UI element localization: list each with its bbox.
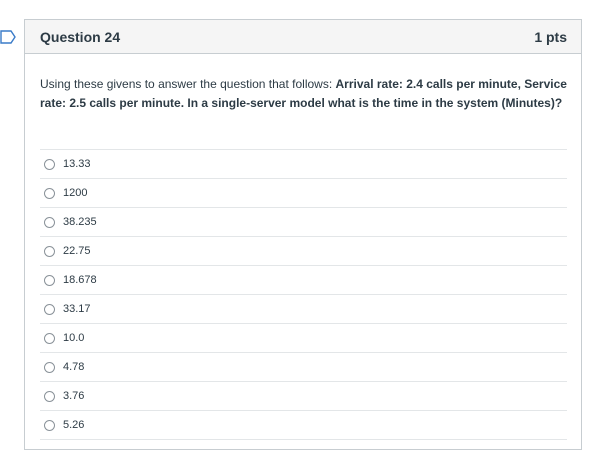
question-text: Using these givens to answer the questio…	[25, 54, 581, 113]
answer-label: 5.26	[63, 419, 85, 431]
answer-label: 3.76	[63, 390, 85, 402]
radio-button[interactable]	[44, 390, 55, 402]
radio-button[interactable]	[44, 274, 55, 286]
radio-button[interactable]	[44, 245, 55, 257]
answer-label: 38.235	[63, 216, 97, 228]
answer-option[interactable]: 13.33	[40, 149, 567, 178]
question-card: Question 24 1 pts Using these givens to …	[24, 19, 582, 450]
answer-label: 10.0	[63, 332, 85, 344]
answer-label: 22.75	[63, 245, 91, 257]
answer-option[interactable]: 38.235	[40, 207, 567, 236]
radio-button[interactable]	[44, 216, 55, 228]
answer-option[interactable]: 4.78	[40, 352, 567, 381]
answer-label: 4.78	[63, 361, 85, 373]
answer-label: 13.33	[63, 158, 91, 170]
answer-label: 33.17	[63, 303, 91, 315]
answer-option[interactable]: 10.0	[40, 323, 567, 352]
question-title: Question 24	[40, 28, 121, 45]
answer-option[interactable]: 22.75	[40, 236, 567, 265]
radio-button[interactable]	[44, 361, 55, 373]
radio-button[interactable]	[44, 158, 55, 170]
radio-button[interactable]	[44, 332, 55, 344]
answer-option[interactable]: 33.17	[40, 294, 567, 323]
radio-button[interactable]	[44, 419, 55, 431]
question-text-plain: Using these givens to answer the questio…	[40, 77, 336, 91]
answer-option[interactable]: 3.76	[40, 381, 567, 410]
radio-button[interactable]	[44, 303, 55, 315]
answer-list: 13.33 1200 38.235 22.75 18.678 33.17 10.…	[40, 149, 567, 440]
question-header: Question 24 1 pts	[25, 20, 581, 54]
answer-label: 1200	[63, 187, 88, 199]
bookmark-flag-icon[interactable]	[0, 30, 16, 44]
answer-option[interactable]: 1200	[40, 178, 567, 207]
answer-label: 18.678	[63, 274, 97, 286]
question-points: 1 pts	[534, 28, 567, 45]
radio-button[interactable]	[44, 187, 55, 199]
answer-option[interactable]: 5.26	[40, 410, 567, 440]
answer-option[interactable]: 18.678	[40, 265, 567, 294]
